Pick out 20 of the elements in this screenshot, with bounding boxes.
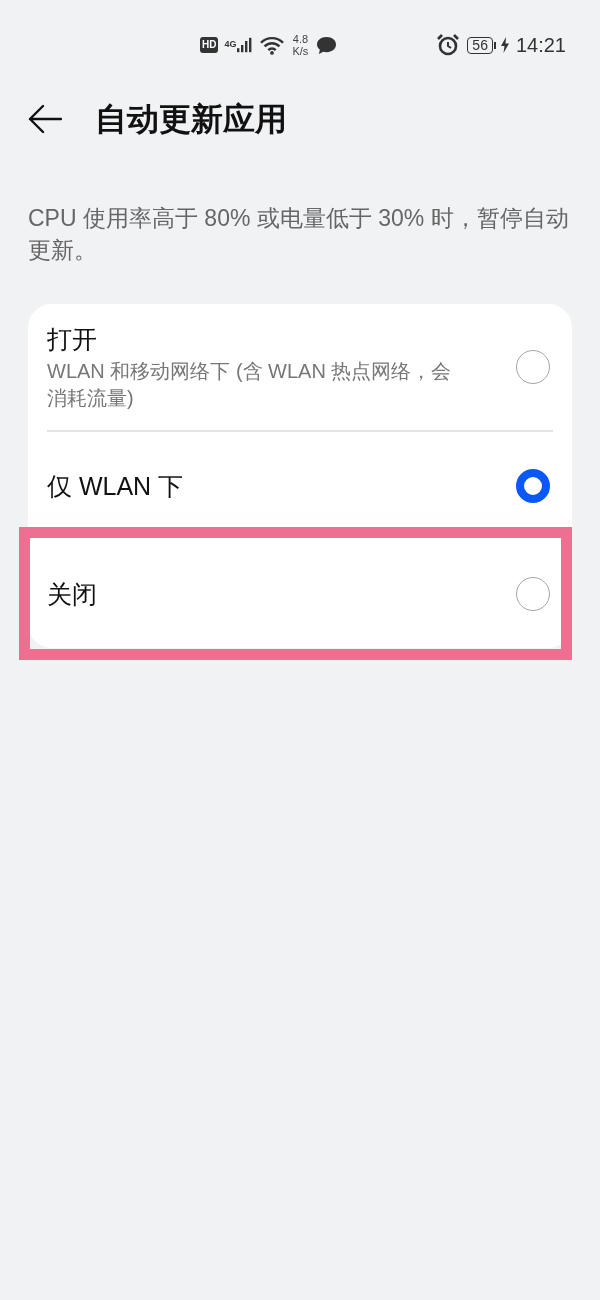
- option-label[interactable]: 关闭: [47, 576, 457, 611]
- page-title: 自动更新应用: [95, 101, 287, 137]
- alarm-clock-icon: [437, 34, 460, 56]
- back-arrow-icon[interactable]: [28, 104, 62, 134]
- option-label[interactable]: 仅 WLAN 下: [47, 468, 457, 503]
- option-label[interactable]: 打开: [47, 322, 457, 356]
- network-speed-value: 4.8: [292, 33, 309, 45]
- signal-icon: [237, 37, 254, 53]
- radio-button[interactable]: [516, 350, 550, 384]
- status-time: 14:21: [515, 33, 566, 57]
- battery-indicator: 56: [467, 36, 496, 54]
- description-text: CPU 使用率高于 80% 或电量低于 30% 时，暂停自动更新。: [28, 204, 570, 265]
- network-speed-unit: K/s: [292, 45, 309, 57]
- wifi-icon: [260, 35, 285, 55]
- network-type-label: 4G: [224, 39, 237, 49]
- message-icon: [316, 35, 338, 55]
- hd-badge: HD: [200, 37, 219, 53]
- radio-button[interactable]: [516, 468, 550, 503]
- radio-button[interactable]: [516, 576, 550, 611]
- option-description: WLAN 和移动网络下 (含 WLAN 热点网络，会消耗流量): [47, 359, 453, 411]
